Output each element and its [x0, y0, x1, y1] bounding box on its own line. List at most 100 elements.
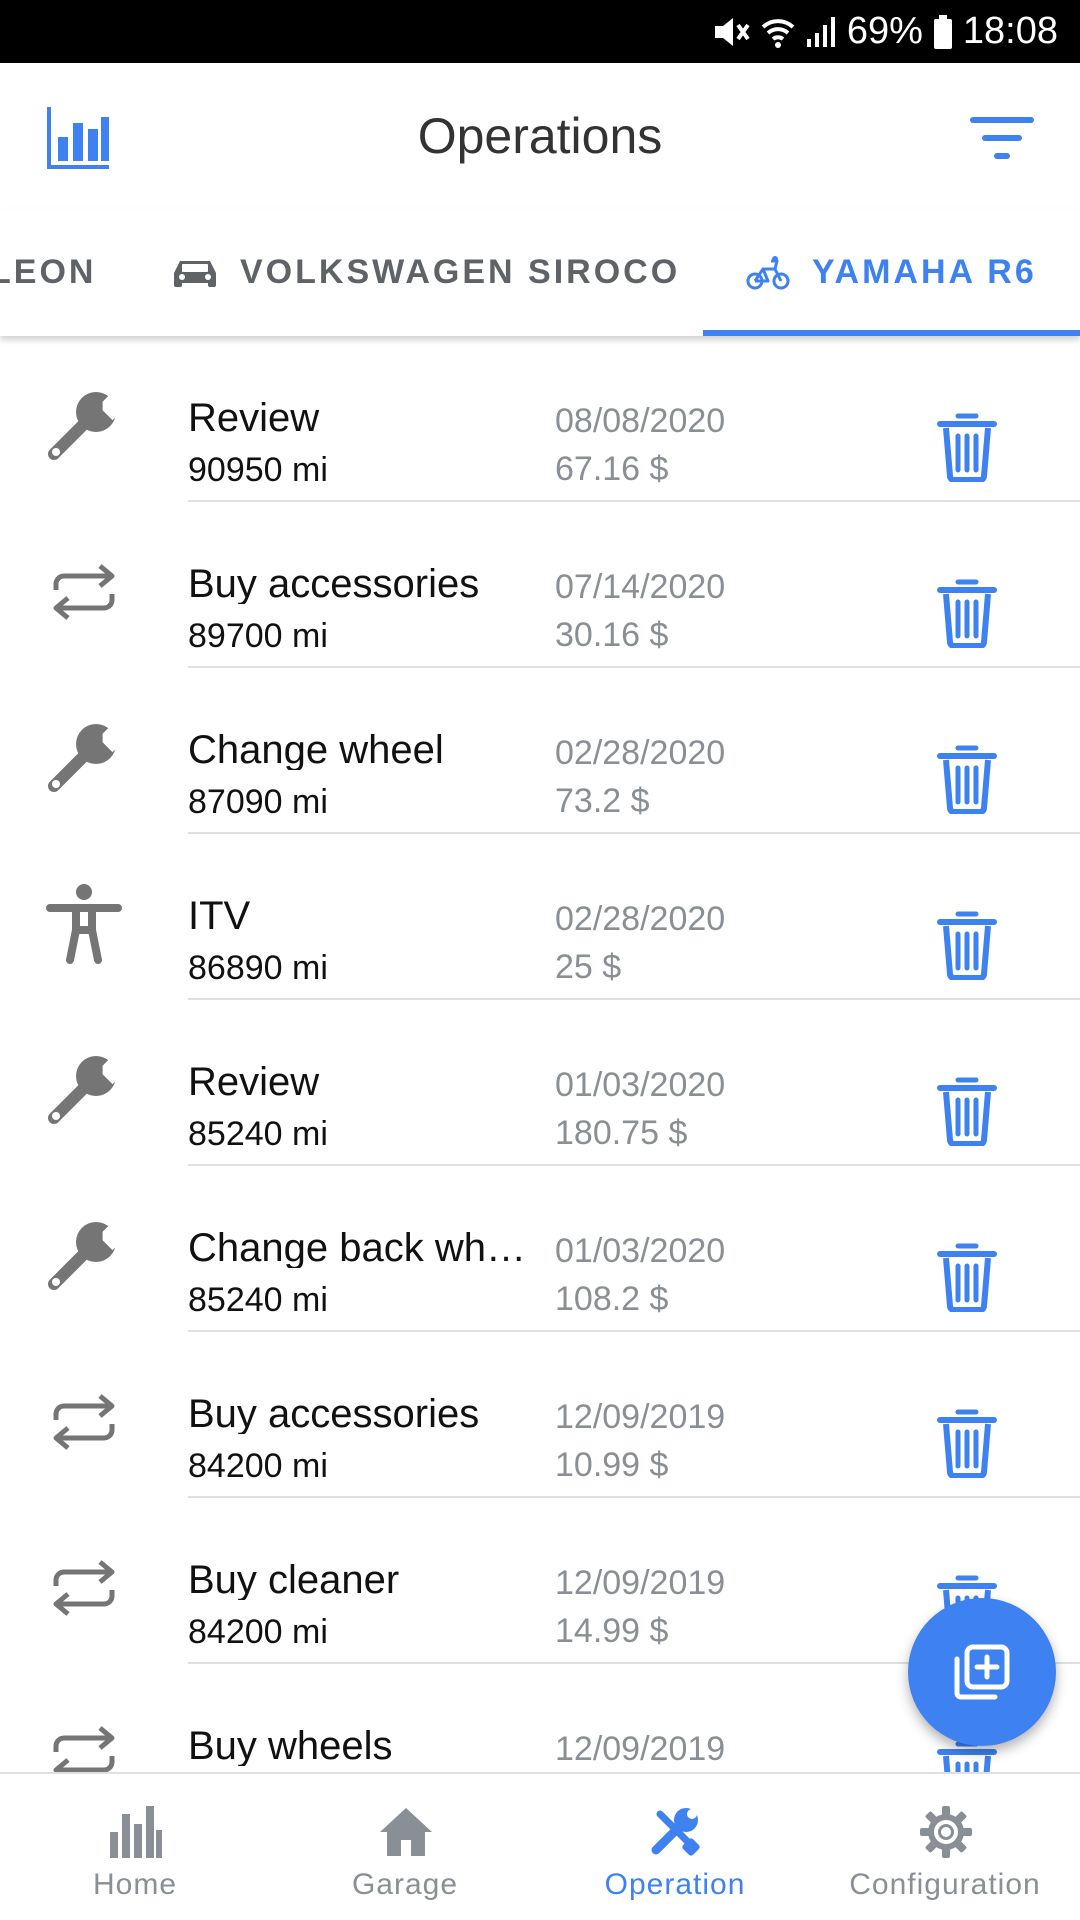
- clock: 18:08: [962, 10, 1058, 52]
- operation-row[interactable]: Buy accessories 84200 mi 12/09/2019 10.99 $: [0, 1332, 1080, 1498]
- operation-mileage: 85240 mi: [188, 1281, 328, 1319]
- person-icon: [42, 882, 126, 966]
- bike-icon: [746, 255, 790, 289]
- bottom-navigation: Home Garage Operation Configuration: [0, 1772, 1080, 1920]
- delete-button[interactable]: [936, 578, 998, 649]
- nav-home[interactable]: Home: [0, 1774, 270, 1920]
- operation-price: 180.75 $: [555, 1114, 688, 1152]
- nav-label: Configuration: [849, 1868, 1041, 1901]
- trash-icon: [936, 413, 998, 486]
- operation-price: 10.99 $: [555, 1446, 669, 1484]
- delete-button[interactable]: [936, 1242, 998, 1313]
- swap-icon: [42, 550, 126, 634]
- status-bar: 69% 18:08: [0, 0, 1080, 63]
- operation-date: 12/09/2019: [555, 1398, 726, 1436]
- tab-leon[interactable]: LEON: [0, 209, 96, 336]
- wrench-icon: [42, 384, 127, 468]
- trash-icon: [936, 1077, 998, 1150]
- delete-button[interactable]: [936, 412, 998, 483]
- operation-name: Review: [188, 1062, 320, 1102]
- nav-label: Operation: [604, 1868, 746, 1901]
- gear-icon: [920, 1806, 972, 1858]
- operation-name: Review: [188, 398, 320, 438]
- operation-row[interactable]: Review 90950 mi 08/08/2020 67.16 $: [0, 336, 1080, 502]
- active-tab-indicator: [703, 330, 1080, 336]
- tab-label: LEON: [0, 253, 97, 291]
- operation-date: 01/03/2020: [555, 1232, 726, 1270]
- operation-mileage: 84200 mi: [188, 1447, 328, 1485]
- add-operation-button[interactable]: [908, 1598, 1056, 1746]
- operation-row[interactable]: Change back wh… 85240 mi 01/03/2020 108.2 $: [0, 1166, 1080, 1332]
- operation-row[interactable]: Review 85240 mi 01/03/2020 180.75 $: [0, 1000, 1080, 1166]
- delete-button[interactable]: [936, 744, 998, 815]
- operation-row[interactable]: ITV 86890 mi 02/28/2020 25 $: [0, 834, 1080, 1000]
- trash-icon: [936, 911, 998, 984]
- tab-label: VOLKSWAGEN SIROCO: [240, 253, 681, 291]
- battery-icon: [933, 14, 952, 49]
- operation-mileage: 85240 mi: [188, 1115, 328, 1153]
- add-copy-icon: [954, 1644, 1010, 1700]
- trash-icon: [936, 1243, 998, 1316]
- home-icon: [380, 1808, 432, 1856]
- delete-button[interactable]: [936, 1076, 998, 1147]
- operation-name: Buy accessories: [188, 564, 480, 604]
- operation-price: 30.16 $: [555, 616, 669, 654]
- operation-date: 12/09/2019: [555, 1730, 726, 1768]
- operation-mileage: 87090 mi: [188, 783, 328, 821]
- filter-button[interactable]: [968, 113, 1036, 163]
- delete-button[interactable]: [936, 910, 998, 981]
- operation-price: 67.16 $: [555, 450, 669, 488]
- wrench-icon: [42, 716, 127, 800]
- operation-row[interactable]: Change wheel 87090 mi 02/28/2020 73.2 $: [0, 668, 1080, 834]
- tab-yamaha-r6[interactable]: YAMAHA R6: [746, 209, 1037, 336]
- swap-icon: [42, 1380, 126, 1464]
- operation-mileage: 89700 mi: [188, 617, 328, 655]
- operation-mileage: 86890 mi: [188, 949, 328, 987]
- operation-price: 25 $: [555, 948, 622, 986]
- nav-label: Home: [92, 1868, 178, 1901]
- bar-chart-icon: [110, 1806, 162, 1858]
- operation-mileage: 90950 mi: [188, 451, 328, 489]
- trash-icon: [936, 579, 998, 652]
- nav-configuration[interactable]: Configuration: [810, 1774, 1080, 1920]
- tab-volkswagen-siroco[interactable]: VOLKSWAGEN SIROCO: [172, 209, 680, 336]
- nav-garage[interactable]: Garage: [270, 1774, 540, 1920]
- operation-name: Buy accessories: [188, 1394, 480, 1434]
- operation-date: 12/09/2019: [555, 1564, 726, 1602]
- swap-icon: [42, 1712, 126, 1772]
- operation-mileage: 84200 mi: [188, 1613, 328, 1651]
- operation-row[interactable]: Buy accessories 89700 mi 07/14/2020 30.16 $: [0, 502, 1080, 668]
- operation-name: ITV: [188, 896, 251, 936]
- wifi-icon: [761, 18, 795, 48]
- vehicle-tabs: LEON VOLKSWAGEN SIROCO YAMAHA R6: [0, 209, 1080, 336]
- status-indicators: 69% 18:08: [711, 0, 1058, 63]
- operation-name: Change wheel: [188, 730, 444, 770]
- nav-label: Garage: [351, 1868, 459, 1901]
- car-icon: [174, 260, 216, 287]
- operation-price: 108.2 $: [555, 1280, 669, 1318]
- signal-icon: [806, 16, 835, 47]
- battery-percent: 69%: [846, 10, 923, 52]
- operation-date: 02/28/2020: [555, 900, 726, 938]
- mute-icon: [714, 17, 750, 46]
- operation-price: 14.99 $: [555, 1612, 669, 1650]
- tools-icon: [651, 1808, 700, 1856]
- delete-button[interactable]: [936, 1408, 998, 1479]
- swap-icon: [42, 1546, 126, 1630]
- operation-name: Change back wh…: [188, 1228, 526, 1268]
- operation-date: 02/28/2020: [555, 734, 726, 772]
- operations-list[interactable]: Review 90950 mi 08/08/2020 67.16 $ Buy acces…: [0, 336, 1080, 1772]
- operation-date: 08/08/2020: [555, 402, 726, 440]
- operation-date: 07/14/2020: [555, 568, 726, 606]
- operation-price: 73.2 $: [555, 782, 650, 820]
- tab-label: YAMAHA R6: [812, 253, 1037, 291]
- filter-icon: [970, 117, 1034, 159]
- trash-icon: [936, 745, 998, 818]
- operation-name: Buy cleaner: [188, 1560, 400, 1600]
- operation-name: Buy wheels: [188, 1726, 393, 1766]
- page-title: Operations: [417, 108, 663, 164]
- operation-date: 01/03/2020: [555, 1066, 726, 1104]
- trash-icon: [936, 1409, 998, 1482]
- wrench-icon: [42, 1048, 127, 1132]
- nav-operation[interactable]: Operation: [540, 1774, 810, 1920]
